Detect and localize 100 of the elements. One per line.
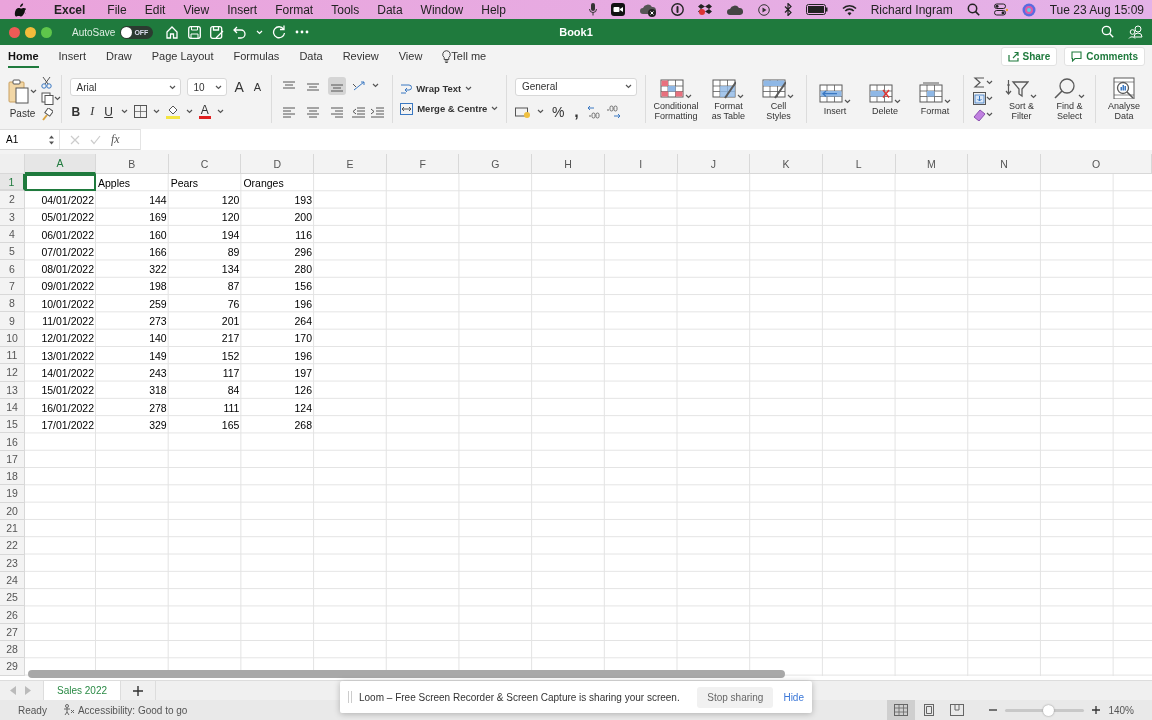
conditional-formatting-button[interactable]: Conditional Formatting xyxy=(653,76,699,121)
borders-icon[interactable] xyxy=(133,105,147,118)
delete-button[interactable]: Delete xyxy=(864,81,905,116)
row-header[interactable]: 28 xyxy=(0,641,25,659)
zoom-slider-thumb[interactable] xyxy=(1042,704,1054,716)
insert-button[interactable]: Insert xyxy=(814,81,855,116)
increase-indent-icon[interactable] xyxy=(370,105,384,118)
caret-icon[interactable] xyxy=(152,109,160,114)
wifi-icon[interactable] xyxy=(841,3,857,16)
column-header[interactable]: E xyxy=(314,154,387,174)
search-icon[interactable] xyxy=(966,3,980,16)
caret-icon[interactable] xyxy=(684,93,692,99)
menu-item[interactable]: Help xyxy=(481,2,506,17)
format-button[interactable]: Format xyxy=(914,81,955,116)
analyse-data-button[interactable]: Analyse Data xyxy=(1103,76,1144,121)
caret-icon[interactable] xyxy=(30,89,37,94)
search-icon[interactable] xyxy=(1101,25,1114,38)
paintbrush-icon[interactable] xyxy=(41,108,53,121)
hide-link[interactable]: Hide xyxy=(783,691,804,703)
row-header[interactable]: 19 xyxy=(0,485,25,503)
decrease-decimal-icon[interactable] xyxy=(586,104,601,119)
caret-icon[interactable] xyxy=(54,96,61,101)
comments-button[interactable]: Comments xyxy=(1064,47,1145,66)
font-name-select[interactable]: Arial xyxy=(69,78,181,96)
caret-icon[interactable] xyxy=(120,109,128,114)
row-header[interactable]: 26 xyxy=(0,606,25,624)
caret-icon[interactable] xyxy=(371,83,379,88)
decrease-indent-icon[interactable] xyxy=(351,105,365,118)
app-menu[interactable]: Excel xyxy=(54,2,86,17)
row-header[interactable]: 2 xyxy=(0,191,25,209)
increase-font-button[interactable]: A xyxy=(232,79,246,95)
menu-clock[interactable]: Tue 23 Aug 15:09 xyxy=(1049,2,1144,17)
menu-item[interactable]: Insert xyxy=(227,2,258,17)
decrease-font-button[interactable]: A xyxy=(251,81,264,93)
column-header[interactable]: J xyxy=(677,154,751,174)
row-header[interactable]: 29 xyxy=(0,658,25,676)
copy-icon[interactable] xyxy=(41,92,54,105)
menu-item[interactable]: Edit xyxy=(144,2,166,17)
active-cell[interactable] xyxy=(25,174,96,192)
caret-icon[interactable] xyxy=(536,109,544,114)
home-icon[interactable] xyxy=(165,25,180,39)
caret-icon[interactable] xyxy=(787,93,795,99)
column-header[interactable]: D xyxy=(241,154,315,174)
column-header[interactable]: C xyxy=(168,154,242,174)
caret-icon[interactable] xyxy=(986,112,994,117)
underline-button[interactable]: U xyxy=(102,104,115,119)
menu-item[interactable]: View xyxy=(183,2,210,17)
caret-icon[interactable] xyxy=(986,80,994,85)
save-as-icon[interactable] xyxy=(210,25,225,39)
drag-handle-icon[interactable] xyxy=(348,691,352,703)
caret-icon[interactable] xyxy=(843,98,851,104)
menu-item[interactable]: File xyxy=(107,2,127,17)
row-header[interactable]: 18 xyxy=(0,468,25,486)
merge-button[interactable]: Merge & Centre xyxy=(400,102,499,115)
stop-sharing-button[interactable]: Stop sharing xyxy=(697,686,774,708)
ribbon-tab[interactable]: Draw xyxy=(106,45,132,68)
caret-icon[interactable] xyxy=(216,109,224,114)
apple-icon[interactable] xyxy=(14,2,26,17)
caret-icon[interactable] xyxy=(1078,93,1086,99)
ribbon-tab[interactable]: Page Layout xyxy=(151,45,214,68)
cloud-icon[interactable] xyxy=(638,2,657,17)
caret-icon[interactable] xyxy=(1030,93,1038,99)
row-header[interactable]: 9 xyxy=(0,312,25,330)
add-sheet-icon[interactable] xyxy=(133,685,144,696)
ribbon-tab[interactable]: Insert xyxy=(58,45,87,68)
more-icon[interactable] xyxy=(295,30,310,34)
number-format-select[interactable]: General xyxy=(514,77,637,96)
tell-me-search[interactable]: Tell me xyxy=(451,45,487,68)
caret-icon[interactable] xyxy=(986,96,994,101)
column-header[interactable]: A xyxy=(25,154,96,174)
row-header[interactable]: 12 xyxy=(0,364,25,382)
minimize-button[interactable] xyxy=(25,26,36,38)
column-header[interactable]: O xyxy=(1040,154,1152,174)
page-icon[interactable] xyxy=(922,704,937,716)
row-header[interactable]: 1 xyxy=(0,174,25,192)
bluetooth-icon[interactable] xyxy=(783,3,792,16)
user-name[interactable]: Richard Ingram xyxy=(870,2,953,17)
wrap-text-button[interactable]: Wrap Text xyxy=(400,82,499,95)
bold-button[interactable]: B xyxy=(69,104,83,119)
text-angle-icon[interactable] xyxy=(351,79,366,92)
cell-styles-button[interactable]: Cell Styles xyxy=(758,76,799,121)
row-header[interactable]: 5 xyxy=(0,243,25,261)
row-header[interactable]: 8 xyxy=(0,295,25,313)
font-color-button[interactable]: A xyxy=(198,104,211,119)
row-header[interactable]: 16 xyxy=(0,433,25,451)
caret-icon[interactable] xyxy=(185,109,193,114)
accessibility-status[interactable]: Accessibility: Good to go xyxy=(77,704,188,716)
row-header[interactable]: 6 xyxy=(0,260,25,278)
check-icon[interactable] xyxy=(90,134,101,145)
fill-down-icon[interactable] xyxy=(973,92,987,105)
caret-icon[interactable] xyxy=(737,93,745,99)
zoom-percentage[interactable]: 140% xyxy=(1108,704,1134,716)
column-header[interactable]: I xyxy=(604,154,678,174)
people-icon[interactable] xyxy=(1128,25,1144,39)
caret-icon[interactable] xyxy=(465,86,473,91)
row-header[interactable]: 22 xyxy=(0,537,25,555)
orb-icon[interactable] xyxy=(1021,2,1036,17)
caret-icon[interactable] xyxy=(491,106,499,111)
caret-icon[interactable] xyxy=(214,84,222,90)
font-size-select[interactable]: 10 xyxy=(186,78,227,96)
